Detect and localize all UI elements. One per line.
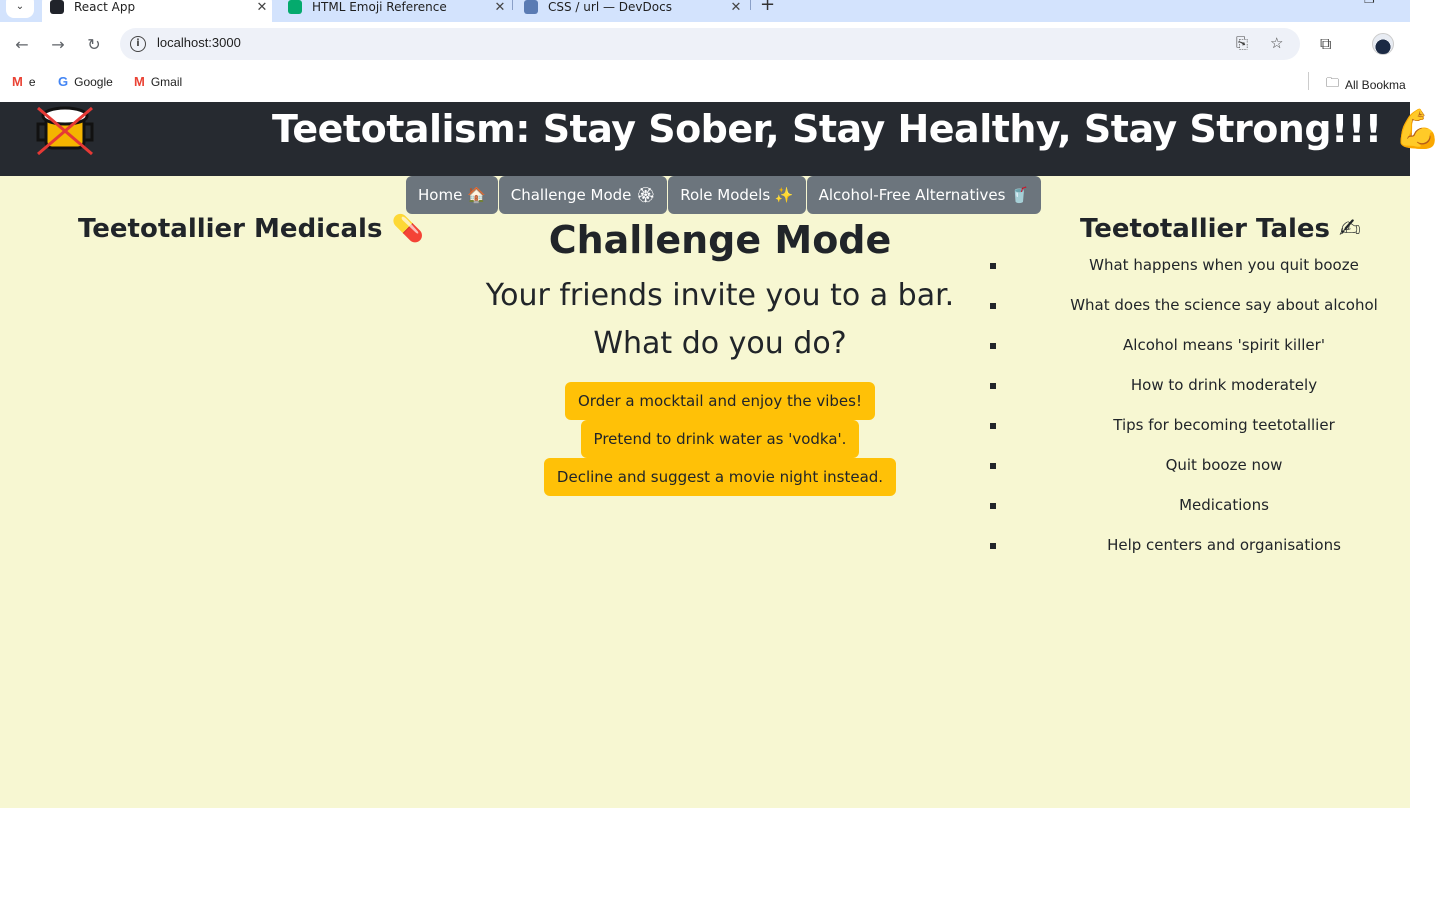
reload-icon[interactable]: ↻ <box>82 32 106 56</box>
tale-link[interactable]: Medications <box>1179 496 1269 514</box>
tab-search-button[interactable]: ⌄ <box>6 0 34 18</box>
gmail-icon: M <box>134 74 145 89</box>
bookmark-label: e <box>28 74 36 89</box>
nav-role-models-button[interactable]: Role Models ✨ <box>668 176 806 214</box>
tab-divider <box>750 0 751 10</box>
minimize-button[interactable]: — <box>1318 0 1330 6</box>
bullet-icon <box>990 543 996 549</box>
choice-button[interactable]: Order a mocktail and enjoy the vibes! <box>565 382 875 420</box>
close-tab-icon[interactable]: ✕ <box>252 0 272 15</box>
tales-heading: Teetotallier Tales ✍ <box>1080 214 1361 244</box>
all-bookmarks-label: All Bookma <box>1345 78 1406 92</box>
bullet-icon <box>990 263 996 269</box>
list-item[interactable]: Help centers and organisations <box>984 534 1410 574</box>
list-item[interactable]: Medications <box>984 494 1410 534</box>
devdocs-icon <box>524 0 538 14</box>
google-icon: G <box>58 74 69 89</box>
tales-list: What happens when you quit booze What do… <box>984 254 1410 574</box>
bullet-icon <box>990 463 996 469</box>
bookmarks-divider <box>1308 72 1309 90</box>
challenge-section: Challenge Mode Your friends invite you t… <box>470 216 970 496</box>
nav-home-button[interactable]: Home 🏠 <box>406 176 498 214</box>
bookmarks-bar: M e G Google M Gmail 🗀 All Bookma <box>0 66 1410 96</box>
bullet-icon <box>990 423 996 429</box>
back-arrow-icon[interactable]: ← <box>10 32 34 56</box>
tale-link[interactable]: Help centers and organisations <box>1107 536 1341 554</box>
bullet-icon <box>990 343 996 349</box>
address-bar-url[interactable]: localhost:3000 <box>157 35 241 50</box>
list-item[interactable]: Alcohol means 'spirit killer' <box>984 334 1410 374</box>
bookmark-label: Google <box>74 74 113 89</box>
react-icon <box>50 0 64 14</box>
list-item[interactable]: Quit booze now <box>984 454 1410 494</box>
gmail-icon: M <box>12 74 23 89</box>
bullet-icon <box>990 383 996 389</box>
browser-chrome: ⌄ React App ✕ HTML Emoji Reference ✕ CSS… <box>0 0 1410 102</box>
address-bar[interactable]: i localhost:3000 ⎘ ☆ <box>120 28 1300 60</box>
install-app-icon[interactable]: ⎘ <box>1236 34 1248 52</box>
site-info-icon[interactable]: i <box>130 36 146 52</box>
w3schools-icon <box>288 0 302 14</box>
tale-link[interactable]: What does the science say about alcohol <box>1070 296 1378 314</box>
folder-icon: 🗀 <box>1326 75 1340 90</box>
no-beer-logo-icon <box>36 106 94 156</box>
tab-devdocs[interactable]: CSS / url — DevDocs ✕ <box>516 0 746 22</box>
tab-strip: ⌄ React App ✕ HTML Emoji Reference ✕ CSS… <box>0 0 1410 22</box>
choice-button[interactable]: Pretend to drink water as 'vodka'. <box>580 420 860 458</box>
challenge-choices: Order a mocktail and enjoy the vibes! Pr… <box>470 382 970 496</box>
tab-title: React App <box>74 0 136 14</box>
list-item[interactable]: What does the science say about alcohol <box>984 294 1410 334</box>
tale-link[interactable]: How to drink moderately <box>1131 376 1317 394</box>
close-tab-icon[interactable]: ✕ <box>726 0 746 15</box>
app-page: Teetotalism: Stay Sober, Stay Healthy, S… <box>0 102 1440 808</box>
new-tab-button[interactable]: + <box>760 0 775 15</box>
bookmark-gmail[interactable]: M Gmail <box>134 74 182 89</box>
tab-html-emoji-reference[interactable]: HTML Emoji Reference ✕ <box>280 0 510 22</box>
nav-alcohol-free-alternatives-button[interactable]: Alcohol-Free Alternatives 🥤 <box>806 176 1041 214</box>
restore-button[interactable]: ❐ <box>1364 0 1375 6</box>
medicals-heading: Teetotallier Medicals 💊 <box>78 214 424 244</box>
tales-section: Teetotallier Tales ✍ <box>1080 214 1410 244</box>
site-title: Teetotalism: Stay Sober, Stay Healthy, S… <box>272 107 1440 151</box>
bookmark-gmail-e[interactable]: M e <box>12 74 36 89</box>
bullet-icon <box>990 503 996 509</box>
tab-title: CSS / url — DevDocs <box>548 0 672 14</box>
profile-avatar[interactable] <box>1372 33 1394 55</box>
bookmark-label: Gmail <box>150 74 183 89</box>
tale-link[interactable]: Alcohol means 'spirit killer' <box>1123 336 1325 354</box>
all-bookmarks-button[interactable]: 🗀 All Bookma <box>1326 74 1406 96</box>
tale-link[interactable]: Tips for becoming teetotallier <box>1113 416 1334 434</box>
extensions-icon[interactable]: ⧉ <box>1320 34 1331 54</box>
tale-link[interactable]: Quit booze now <box>1166 456 1283 474</box>
tale-link[interactable]: What happens when you quit booze <box>1089 256 1359 274</box>
list-item[interactable]: Tips for becoming teetotallier <box>984 414 1410 454</box>
main-nav: Home 🏠 Challenge Mode 🏵 Role Models ✨ Al… <box>406 176 1042 214</box>
list-item[interactable]: How to drink moderately <box>984 374 1410 414</box>
challenge-question: Your friends invite you to a bar. What d… <box>485 278 955 361</box>
choice-button[interactable]: Decline and suggest a movie night instea… <box>543 458 897 496</box>
close-tab-icon[interactable]: ✕ <box>490 0 510 15</box>
tab-react-app[interactable]: React App ✕ <box>42 0 272 22</box>
nav-challenge-mode-button[interactable]: Challenge Mode 🏵 <box>498 176 668 214</box>
site-header: Teetotalism: Stay Sober, Stay Healthy, S… <box>0 102 1440 176</box>
bookmark-google[interactable]: G Google <box>58 74 113 89</box>
medicals-section: Teetotallier Medicals 💊 <box>78 214 424 244</box>
tab-divider <box>512 0 513 10</box>
forward-arrow-icon[interactable]: → <box>46 32 70 56</box>
bookmark-star-icon[interactable]: ☆ <box>1270 34 1283 52</box>
list-item[interactable]: What happens when you quit booze <box>984 254 1410 294</box>
browser-toolbar: ← → ↻ i localhost:3000 ⎘ ☆ ⧉ <box>0 22 1410 66</box>
bullet-icon <box>990 303 996 309</box>
tab-title: HTML Emoji Reference <box>312 0 447 14</box>
challenge-title: Challenge Mode <box>548 218 892 262</box>
